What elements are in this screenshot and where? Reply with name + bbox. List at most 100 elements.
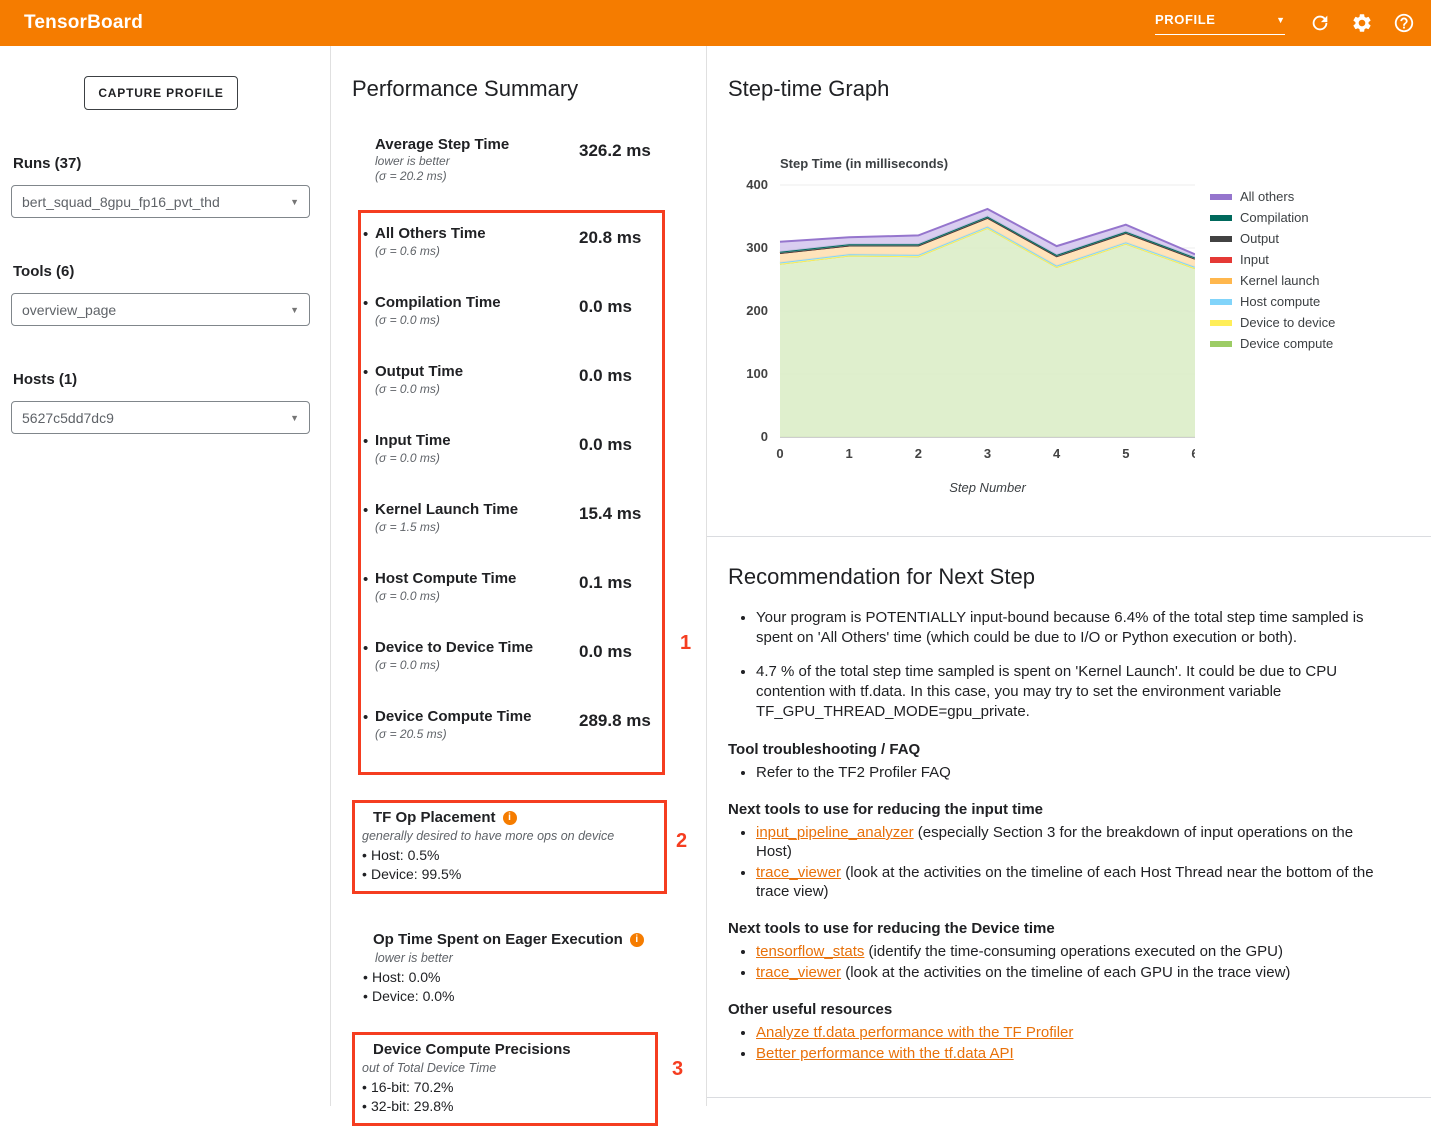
hosts-select-value: 5627c5dd7dc9 xyxy=(22,410,114,426)
x-tick-label: 3 xyxy=(984,446,991,461)
annotation-number-3: 3 xyxy=(672,1058,683,1081)
tools-select[interactable]: overview_page ▼ xyxy=(11,293,310,326)
list-item: •Device: 0.0% xyxy=(352,987,706,1006)
section-divider xyxy=(707,536,1431,537)
tools-select-value: overview_page xyxy=(22,302,116,318)
metric-row: • Input Time(σ = 0.0 ms) 0.0 ms xyxy=(361,432,662,501)
runs-select-value: bert_squad_8gpu_fp16_pvt_thd xyxy=(22,194,220,210)
recommendation-bullets: Your program is POTENTIALLY input-bound … xyxy=(756,608,1383,722)
gear-icon xyxy=(1351,12,1373,34)
metric-label: Input Time xyxy=(375,432,572,450)
metric-label: Device Compute Time xyxy=(375,708,572,726)
faq-heading: Tool troubleshooting / FAQ xyxy=(728,740,1383,759)
legend-swatch-icon xyxy=(1210,236,1232,242)
metric-row: • Host Compute Time(σ = 0.0 ms) 0.1 ms xyxy=(361,570,662,639)
bottom-divider xyxy=(707,1097,1431,1098)
annotation-box-1: • All Others Time(σ = 0.6 ms) 20.8 ms • … xyxy=(358,210,665,775)
metric-label: Kernel Launch Time xyxy=(375,501,572,519)
metric-value: 0.1 ms xyxy=(579,573,632,593)
chevron-down-icon: ▼ xyxy=(290,197,299,207)
device-tools-list: tensorflow_stats (identify the time-cons… xyxy=(756,942,1383,982)
metric-label: Compilation Time xyxy=(375,294,572,312)
chevron-down-icon: ▼ xyxy=(1276,14,1285,27)
app-header: TensorBoard PROFILE ▼ xyxy=(0,0,1431,46)
annotation-box-2: TF Op Placement i generally desired to h… xyxy=(352,800,667,894)
metric-value: 0.0 ms xyxy=(579,642,632,662)
metric-value: 15.4 ms xyxy=(579,504,641,524)
resources-list: Analyze tf.data performance with the TF … xyxy=(756,1023,1383,1063)
annotation-number-1: 1 xyxy=(680,632,691,655)
help-button[interactable] xyxy=(1391,10,1417,36)
app-title: TensorBoard xyxy=(24,12,143,34)
y-tick-label: 0 xyxy=(761,429,768,444)
bullet-icon: • xyxy=(359,987,372,1006)
recommendation-section: Recommendation for Next Step Your progra… xyxy=(707,552,1431,1065)
metric-row: • Kernel Launch Time(σ = 1.5 ms) 15.4 ms xyxy=(361,501,662,570)
legend-swatch-icon xyxy=(1210,278,1232,284)
sidebar: CAPTURE PROFILE Runs (37) bert_squad_8gp… xyxy=(0,46,331,1106)
device-tools-heading: Next tools to use for reducing the Devic… xyxy=(728,919,1383,938)
metric-value: 0.0 ms xyxy=(579,297,632,317)
hosts-select[interactable]: 5627c5dd7dc9 ▼ xyxy=(11,401,310,434)
header-actions: PROFILE ▼ xyxy=(1155,10,1417,36)
list-item: •16-bit: 70.2% xyxy=(358,1078,649,1097)
section-note: out of Total Device Time xyxy=(362,1060,649,1077)
tensorflow-stats-link[interactable]: tensorflow_stats xyxy=(756,943,864,960)
stat-text: Host: 0.5% xyxy=(371,846,439,865)
tfdata-api-link[interactable]: Better performance with the tf.data API xyxy=(756,1045,1014,1062)
tools-label: Tools (6) xyxy=(13,263,330,281)
info-icon[interactable]: i xyxy=(503,811,517,825)
faq-list: Refer to the TF2 Profiler FAQ xyxy=(756,763,1383,782)
bullet-icon: • xyxy=(363,502,368,519)
step-time-graph-title: Step-time Graph xyxy=(728,76,1431,102)
y-tick-label: 100 xyxy=(746,366,768,381)
list-item: Better performance with the tf.data API xyxy=(756,1044,1383,1063)
legend-item: Device to device xyxy=(1210,316,1335,329)
y-tick-label: 200 xyxy=(746,303,768,318)
metric-sigma: (σ = 0.6 ms) xyxy=(375,244,572,258)
average-step-time: Average Step Time lower is better (σ = 2… xyxy=(375,136,675,187)
tfdata-performance-link[interactable]: Analyze tf.data performance with the TF … xyxy=(756,1024,1073,1041)
bullet-icon: • xyxy=(363,226,368,243)
chevron-down-icon: ▼ xyxy=(290,413,299,423)
help-icon xyxy=(1393,12,1415,34)
list-item: •Device: 99.5% xyxy=(358,865,658,884)
metric-row: • Device Compute Time(σ = 20.5 ms) 289.8… xyxy=(361,708,662,775)
x-tick-label: 0 xyxy=(776,446,783,461)
settings-button[interactable] xyxy=(1349,10,1375,36)
stat-text: 16-bit: 70.2% xyxy=(371,1078,454,1097)
bullet-icon: • xyxy=(363,640,368,657)
link-description: (identify the time-consuming operations … xyxy=(864,943,1283,960)
metric-row: • Device to Device Time(σ = 0.0 ms) 0.0 … xyxy=(361,639,662,708)
list-item: 4.7 % of the total step time sampled is … xyxy=(756,662,1383,722)
input-pipeline-analyzer-link[interactable]: input_pipeline_analyzer xyxy=(756,824,914,841)
bullet-icon: • xyxy=(363,295,368,312)
dashboard-selector[interactable]: PROFILE ▼ xyxy=(1155,12,1285,35)
bullet-icon: • xyxy=(358,865,371,884)
annotation-box-3: Device Compute Precisions out of Total D… xyxy=(352,1032,658,1126)
trace-viewer-link[interactable]: trace_viewer xyxy=(756,864,841,881)
dashboard-selector-value: PROFILE xyxy=(1155,12,1216,27)
runs-select[interactable]: bert_squad_8gpu_fp16_pvt_thd ▼ xyxy=(11,185,310,218)
recommendation-title: Recommendation for Next Step xyxy=(728,564,1383,590)
legend-swatch-icon xyxy=(1210,299,1232,305)
x-tick-label: 4 xyxy=(1053,446,1061,461)
performance-summary-title: Performance Summary xyxy=(352,76,706,102)
metric-label: All Others Time xyxy=(375,225,572,243)
capture-profile-button[interactable]: CAPTURE PROFILE xyxy=(84,76,238,110)
section-title: Device Compute Precisions xyxy=(373,1040,571,1059)
trace-viewer-link[interactable]: trace_viewer xyxy=(756,964,841,981)
stat-text: Device: 0.0% xyxy=(372,987,454,1006)
stat-text: Host: 0.0% xyxy=(372,968,440,987)
legend-label: Device to device xyxy=(1240,315,1335,330)
metric-row: • All Others Time(σ = 0.6 ms) 20.8 ms xyxy=(361,225,662,294)
info-icon[interactable]: i xyxy=(630,933,644,947)
reload-button[interactable] xyxy=(1307,10,1333,36)
metric-value: 0.0 ms xyxy=(579,435,632,455)
y-tick-label: 300 xyxy=(746,240,768,255)
list-item: •Host: 0.0% xyxy=(352,968,706,987)
metric-value: 326.2 ms xyxy=(579,141,651,161)
list-item: tensorflow_stats (identify the time-cons… xyxy=(756,942,1383,961)
bullet-icon: • xyxy=(358,1097,371,1116)
legend-item: Host compute xyxy=(1210,295,1335,308)
